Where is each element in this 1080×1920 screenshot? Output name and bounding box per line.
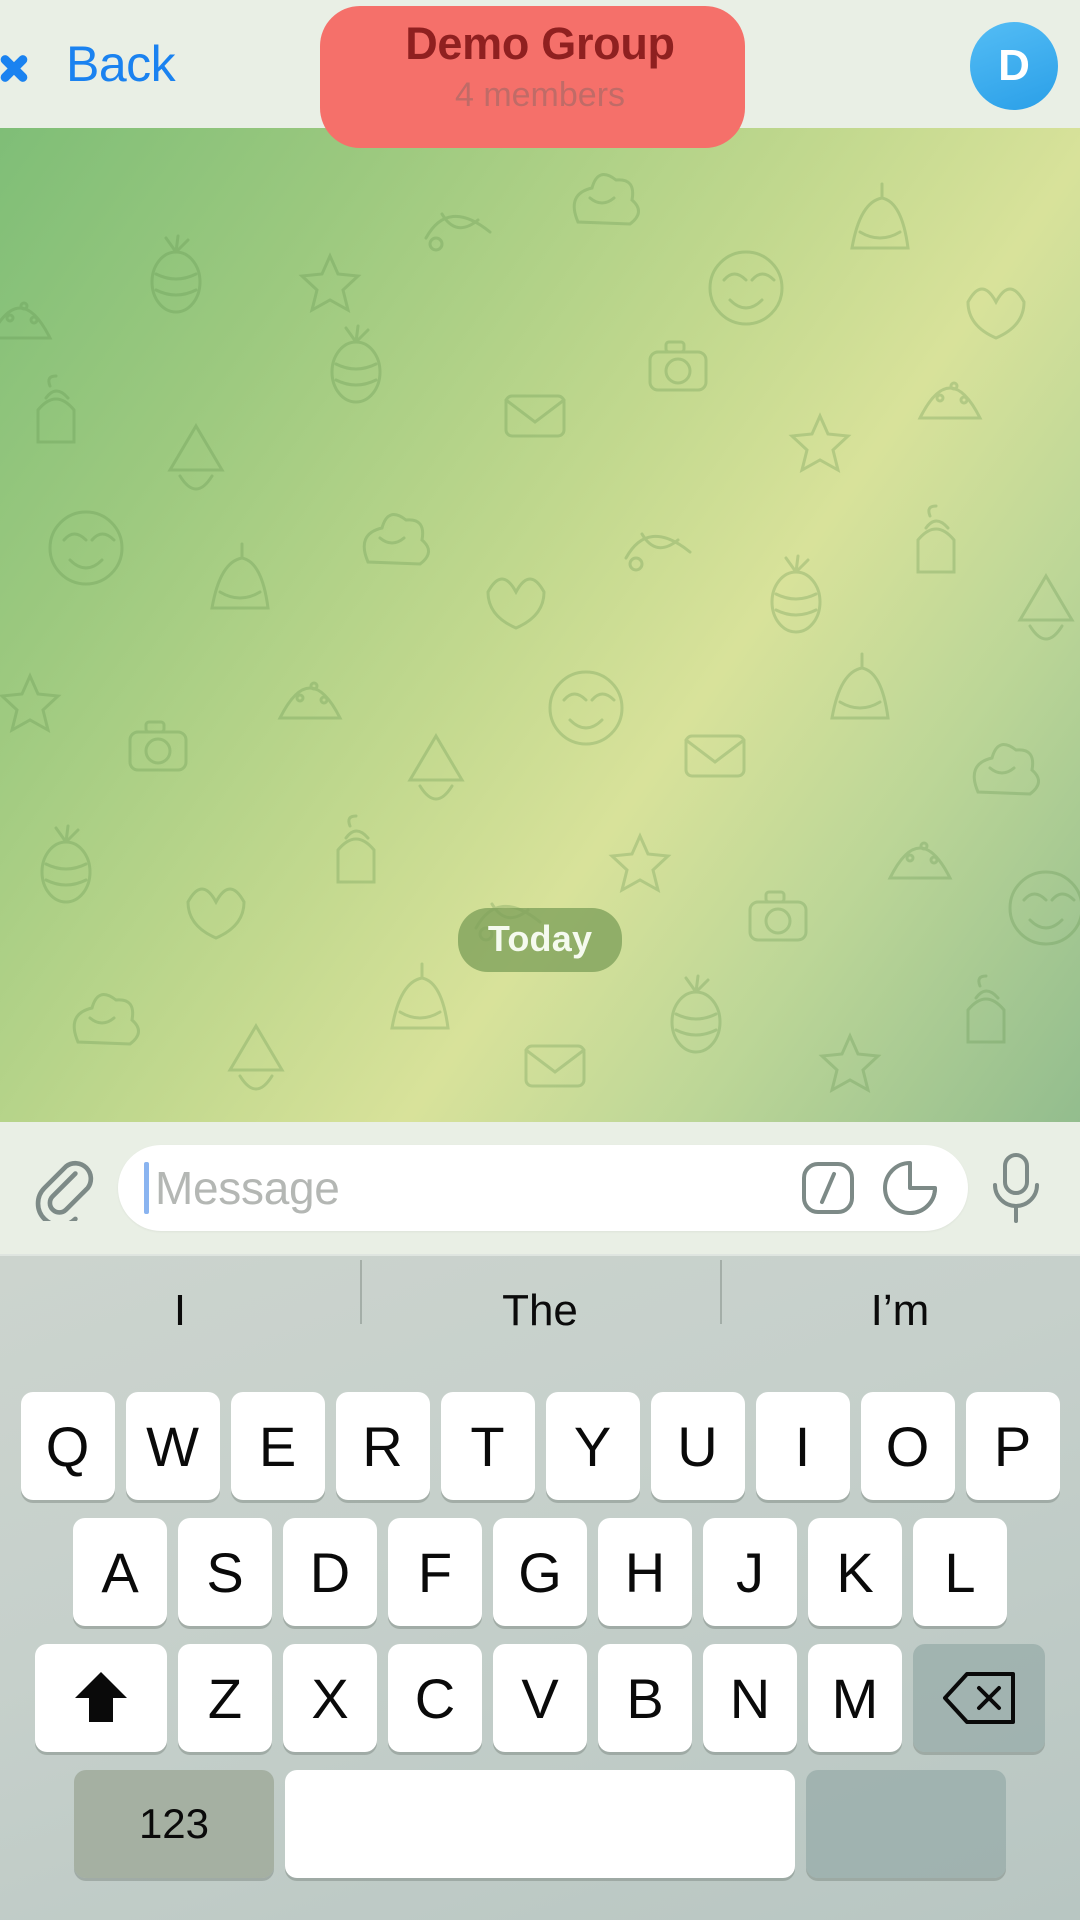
key-numeric[interactable]: 123 [74, 1770, 274, 1878]
message-input[interactable]: Message [118, 1145, 968, 1231]
chat-message-area[interactable]: Today Hello 4:19 PM [0, 128, 1080, 1122]
date-divider-label: Today [457, 908, 623, 972]
shift-arrow-icon [75, 1672, 127, 1722]
key-p[interactable]: P [965, 1392, 1060, 1500]
group-member-count: 4 members [454, 76, 626, 114]
key-o[interactable]: O [860, 1392, 955, 1500]
key-h[interactable]: H [598, 1518, 692, 1626]
slash-command-icon[interactable] [798, 1158, 858, 1218]
back-button[interactable]: Back [22, 35, 176, 93]
suggestion-item-0[interactable]: I [0, 1286, 360, 1336]
avatar-letter: D [998, 41, 1030, 90]
key-r[interactable]: R [335, 1392, 430, 1500]
key-y[interactable]: Y [545, 1392, 640, 1500]
backspace-icon [943, 1672, 1015, 1724]
keyboard-row-4: 123 [0, 1770, 1080, 1878]
chat-screen: Back Demo Group 4 members D Today Messag… [0, 0, 1080, 1920]
suggestion-item-1[interactable]: The [360, 1260, 720, 1336]
key-n[interactable]: N [703, 1644, 797, 1752]
suggestion-bar: I The I’m [0, 1256, 1080, 1366]
key-m[interactable]: M [808, 1644, 902, 1752]
key-f[interactable]: F [388, 1518, 482, 1626]
key-g[interactable]: G [493, 1518, 587, 1626]
avatar[interactable]: D [970, 22, 1058, 110]
text-caret [144, 1162, 149, 1214]
key-c[interactable]: C [388, 1644, 482, 1752]
key-x[interactable]: X [283, 1644, 377, 1752]
key-t[interactable]: T [440, 1392, 535, 1500]
date-divider: Today [0, 908, 1080, 972]
suggestion-item-2[interactable]: I’m [720, 1260, 1080, 1336]
keyboard-row-2: A S D F G H J K L [0, 1518, 1080, 1626]
message-placeholder: Message [155, 1162, 340, 1214]
keyboard-row-3: Z X C V B N M [0, 1644, 1080, 1752]
group-title: Demo Group [405, 18, 675, 69]
title-highlight-overlay [320, 6, 745, 148]
key-j[interactable]: J [703, 1518, 797, 1626]
on-screen-keyboard: I The I’m Q W E R T Y U I O P A S D F G … [0, 1254, 1080, 1920]
key-z[interactable]: Z [178, 1644, 272, 1752]
key-a[interactable]: A [73, 1518, 167, 1626]
microphone-icon[interactable] [986, 1151, 1046, 1225]
key-b[interactable]: B [598, 1644, 692, 1752]
key-s[interactable]: S [178, 1518, 272, 1626]
key-e[interactable]: E [230, 1392, 325, 1500]
key-shift[interactable] [35, 1644, 167, 1752]
key-emoji[interactable] [806, 1770, 1006, 1878]
paperclip-icon[interactable] [30, 1155, 96, 1221]
sticker-icon[interactable] [880, 1158, 940, 1218]
key-u[interactable]: U [650, 1392, 745, 1500]
key-space[interactable] [285, 1770, 795, 1878]
key-v[interactable]: V [493, 1644, 587, 1752]
back-label: Back [66, 36, 176, 92]
wallpaper-doodle-pattern [0, 173, 1080, 1092]
key-d[interactable]: D [283, 1518, 377, 1626]
message-input-bar: Message [0, 1122, 1080, 1254]
keyboard-row-1: Q W E R T Y U I O P [0, 1392, 1080, 1500]
key-q[interactable]: Q [20, 1392, 115, 1500]
key-w[interactable]: W [125, 1392, 220, 1500]
key-backspace[interactable] [913, 1644, 1045, 1752]
key-i[interactable]: I [755, 1392, 850, 1500]
key-k[interactable]: K [808, 1518, 902, 1626]
chevron-left-icon [22, 38, 52, 90]
key-l[interactable]: L [913, 1518, 1007, 1626]
chat-header: Back Demo Group 4 members D [0, 0, 1080, 148]
